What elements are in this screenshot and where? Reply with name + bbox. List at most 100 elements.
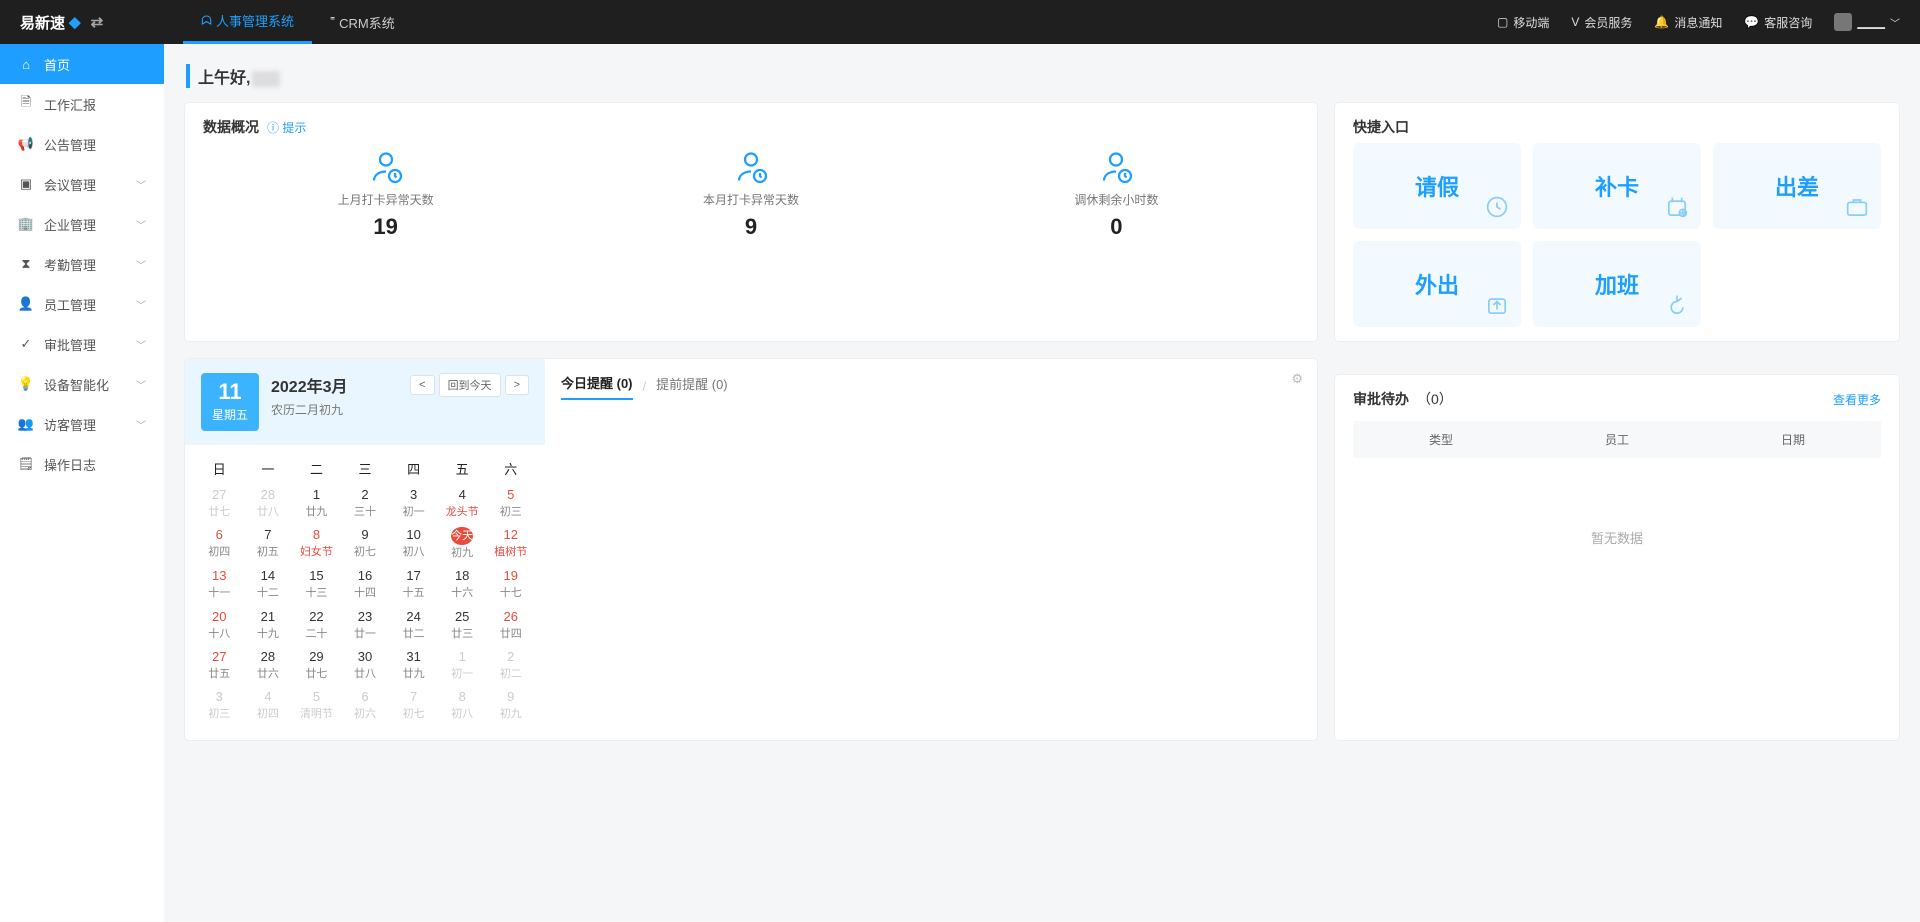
dow-cell: 二	[292, 453, 341, 482]
sidebar-label: 访客管理	[44, 415, 96, 434]
service-link[interactable]: 💬客服咨询	[1744, 14, 1812, 31]
calendar-day[interactable]: 3初一	[389, 482, 438, 522]
calendar-day[interactable]: 19十七	[486, 563, 535, 603]
quick-加班[interactable]: 加班	[1533, 241, 1701, 327]
log-icon: 🗒	[18, 456, 34, 472]
doc-icon: 🗎	[18, 93, 34, 115]
calendar-grid: 日一二三四五六27廿七28廿八1廿九2三十3初一4龙头节5初三6初四7初五8妇女…	[185, 445, 545, 740]
calendar-day[interactable]: 17十五	[389, 563, 438, 603]
dow-cell: 日	[195, 453, 244, 482]
calendar-day[interactable]: 23廿一	[341, 604, 390, 644]
calendar-day[interactable]: 5清明节	[292, 684, 341, 724]
calendar-day[interactable]: 31廿九	[389, 644, 438, 684]
month-label: 2022年3月	[271, 373, 348, 397]
calendar-day[interactable]: 今天初九	[438, 522, 487, 563]
quick-补卡[interactable]: 补卡	[1533, 143, 1701, 229]
calendar-day[interactable]: 12植树节	[486, 522, 535, 563]
sidebar-item-approve[interactable]: ✓审批管理﹀	[0, 324, 164, 364]
calendar-day[interactable]: 4龙头节	[438, 482, 487, 522]
sidebar-item-home[interactable]: ⌂首页	[0, 44, 164, 84]
member-link[interactable]: V会员服务	[1571, 14, 1632, 31]
sidebar-item-visitor[interactable]: 👥访客管理﹀	[0, 404, 164, 444]
calendar-day[interactable]: 5初三	[486, 482, 535, 522]
calendar-day[interactable]: 8妇女节	[292, 522, 341, 563]
approval-card: 审批待办 （0） 查看更多 类型员工日期 暂无数据	[1334, 374, 1900, 741]
calendar-day[interactable]: 22二十	[292, 604, 341, 644]
calendar-day[interactable]: 1初一	[438, 644, 487, 684]
sidebar-label: 工作汇报	[44, 95, 96, 114]
vip-icon: V	[1571, 15, 1579, 29]
sidebar-label: 员工管理	[44, 295, 96, 314]
topbar: 易新速 ◆ ⇄ ᗣ人事管理系统ᙾCRM系统 ▢移动端 V会员服务 🔔消息通知 💬…	[0, 0, 1920, 44]
calendar-day[interactable]: 24廿二	[389, 604, 438, 644]
notice-link[interactable]: 🔔消息通知	[1654, 14, 1722, 31]
calendar-day[interactable]: 13十一	[195, 563, 244, 603]
calendar-day[interactable]: 27廿五	[195, 644, 244, 684]
sidebar-item-log[interactable]: 🗒 操作日志	[0, 444, 164, 484]
lunar-label: 农历二月初九	[271, 401, 348, 418]
calendar-day[interactable]: 6初四	[195, 522, 244, 563]
sidebar-item-staff[interactable]: 👤员工管理﹀	[0, 284, 164, 324]
calendar-day[interactable]: 29廿七	[292, 644, 341, 684]
topnav-item[interactable]: ᙾCRM系统	[312, 0, 413, 44]
calendar-day[interactable]: 9初九	[486, 684, 535, 724]
sidebar-item-horn[interactable]: 📢公告管理	[0, 124, 164, 164]
sidebar-item-clock[interactable]: ⧗考勤管理﹀	[0, 244, 164, 284]
calendar-day[interactable]: 20十八	[195, 604, 244, 644]
view-more-link[interactable]: 查看更多	[1833, 391, 1881, 408]
calendar-day[interactable]: 18十六	[438, 563, 487, 603]
prev-month-button[interactable]: <	[410, 375, 434, 395]
calendar-day[interactable]: 28廿八	[244, 482, 293, 522]
sidebar: ⌂首页🗎工作汇报📢公告管理▣会议管理﹀🏢企业管理﹀⧗考勤管理﹀👤员工管理﹀✓审批…	[0, 44, 164, 922]
sidebar-label: 企业管理	[44, 215, 96, 234]
mobile-link[interactable]: ▢移动端	[1497, 14, 1549, 31]
calendar-day[interactable]: 28廿六	[244, 644, 293, 684]
calendar-day[interactable]: 7初五	[244, 522, 293, 563]
calendar-day[interactable]: 1廿九	[292, 482, 341, 522]
user-menu[interactable]: ▁▁▁﹀	[1834, 13, 1900, 31]
gear-icon[interactable]: ⚙	[1291, 371, 1303, 387]
sidebar-label: 操作日志	[44, 455, 96, 474]
quick-外出[interactable]: 外出	[1353, 241, 1521, 327]
calendar-day[interactable]: 9初七	[341, 522, 390, 563]
hint-link[interactable]: ⓘ 提示	[267, 119, 306, 136]
sidebar-item-device[interactable]: 💡设备智能化﹀	[0, 364, 164, 404]
tab-advance-reminder[interactable]: 提前提醒 (0)	[656, 374, 728, 399]
quick-请假[interactable]: 请假	[1353, 143, 1521, 229]
tab-today-reminder[interactable]: 今日提醒 (0)	[561, 373, 633, 400]
calendar-day[interactable]: 14十二	[244, 563, 293, 603]
calendar-day[interactable]: 27廿七	[195, 482, 244, 522]
topbar-right: ▢移动端 V会员服务 🔔消息通知 💬客服咨询 ▁▁▁﹀	[1497, 13, 1900, 31]
calendar-day[interactable]: 26廿四	[486, 604, 535, 644]
calendar-day[interactable]: 2三十	[341, 482, 390, 522]
quick-entry-card: 快捷入口 请假补卡出差外出加班	[1334, 102, 1900, 342]
calendar-day[interactable]: 25廿三	[438, 604, 487, 644]
staff-icon: 👤	[18, 296, 34, 312]
calendar-day[interactable]: 6初六	[341, 684, 390, 724]
calendar-day[interactable]: 7初七	[389, 684, 438, 724]
calendar-day[interactable]: 3初三	[195, 684, 244, 724]
swap-icon[interactable]: ⇄	[91, 13, 104, 31]
mobile-icon: ▢	[1497, 15, 1508, 29]
sidebar-item-org[interactable]: 🏢企业管理﹀	[0, 204, 164, 244]
next-month-button[interactable]: >	[505, 375, 529, 395]
calendar-day[interactable]: 2初二	[486, 644, 535, 684]
calendar-day[interactable]: 30廿八	[341, 644, 390, 684]
today-button[interactable]: 回到今天	[439, 373, 501, 397]
chevron-down-icon: ﹀	[136, 417, 146, 432]
quick-出差[interactable]: 出差	[1713, 143, 1881, 229]
calendar-header: 11 星期五 2022年3月 农历二月初九 < 回到今天 >	[185, 359, 545, 445]
person-icon: ᙾ	[330, 14, 335, 30]
sidebar-item-doc[interactable]: 🗎 工作汇报	[0, 84, 164, 124]
calendar-day[interactable]: 16十四	[341, 563, 390, 603]
calendar-day[interactable]: 15十三	[292, 563, 341, 603]
logo[interactable]: 易新速 ◆ ⇄	[20, 12, 103, 33]
topnav-item[interactable]: ᗣ人事管理系统	[183, 0, 312, 44]
sidebar-item-meeting[interactable]: ▣会议管理﹀	[0, 164, 164, 204]
calendar-day[interactable]: 4初四	[244, 684, 293, 724]
calendar-day[interactable]: 10初八	[389, 522, 438, 563]
bell-icon: 🔔	[1654, 15, 1669, 29]
org-icon: 🏢	[18, 216, 34, 232]
calendar-day[interactable]: 21十九	[244, 604, 293, 644]
calendar-day[interactable]: 8初八	[438, 684, 487, 724]
